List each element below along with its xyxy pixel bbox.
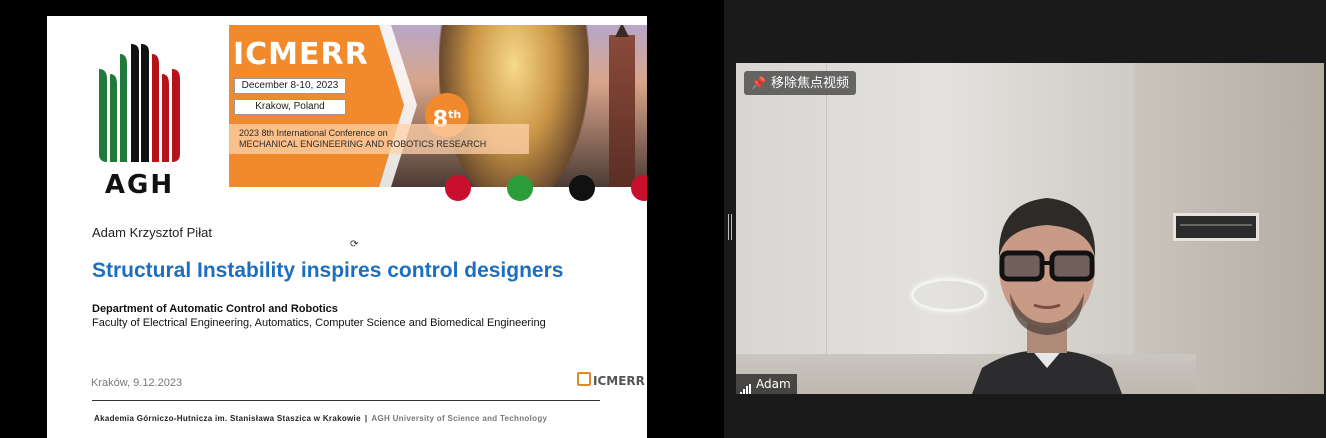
conference-banner: ICMERR December 8-10, 2023 Krakow, Polan… — [229, 25, 647, 187]
pin-icon: 📌 — [751, 76, 766, 90]
unpin-video-button[interactable]: 📌 移除焦点视频 — [744, 71, 856, 95]
footer-polish: Akademia Górniczo-Hutnicza im. Stanisław… — [94, 414, 361, 423]
banner-conference-line2: MECHANICAL ENGINEERING AND ROBOTICS RESE… — [239, 139, 487, 149]
pane-resize-handle[interactable] — [728, 214, 732, 240]
banner-dates: December 8-10, 2023 — [234, 78, 346, 94]
participant-video[interactable]: 📌 移除焦点视频 Adam — [736, 63, 1324, 394]
faculty: Faculty of Electrical Engineering, Autom… — [92, 317, 546, 329]
author-name: Adam Krzysztof Piłat — [92, 225, 212, 240]
agh-logo-text: AGH — [104, 170, 175, 200]
footer-english: AGH University of Science and Technology — [371, 414, 548, 423]
participant-name-tag: Adam — [736, 374, 797, 394]
slide-title: Structural Instability inspires control … — [92, 259, 564, 282]
banner-location: Krakow, Poland — [234, 99, 346, 115]
dot-red — [445, 175, 471, 201]
shared-screen-pane: AGH ICMERR December 8-10, 2023 Krakow, P… — [0, 0, 724, 438]
dot-green — [507, 175, 533, 201]
dot-black — [569, 175, 595, 201]
presentation-slide: AGH ICMERR December 8-10, 2023 Krakow, P… — [47, 16, 647, 438]
slide-footer: Akademia Górniczo-Hutnicza im. Stanisław… — [94, 414, 548, 423]
participant-name: Adam — [756, 377, 791, 391]
footer-divider — [92, 400, 600, 401]
banner-conference-line1: 2023 8th International Conference on — [239, 128, 388, 138]
icmerr-small-logo: ICMERR — [577, 372, 645, 388]
dot-red-2 — [631, 175, 647, 201]
signal-bars-icon — [740, 376, 752, 394]
banner-conference-name: ICMERR — [233, 37, 369, 72]
participant-figure — [972, 198, 1122, 394]
icmerr-logo-icon — [577, 372, 591, 386]
department: Department of Automatic Control and Robo… — [92, 303, 338, 315]
mouse-cursor-icon: ⟳ — [350, 239, 359, 250]
date-place: Kraków, 9.12.2023 — [91, 377, 183, 389]
